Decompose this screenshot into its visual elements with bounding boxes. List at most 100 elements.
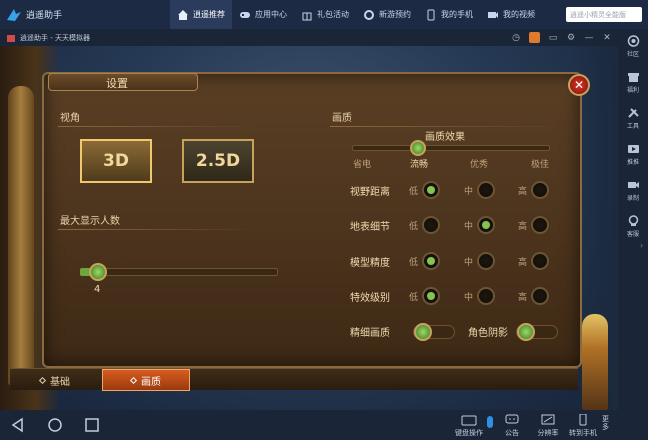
sidebar-item-label: 录制 (626, 195, 639, 202)
game-badge-icon[interactable] (529, 32, 540, 43)
gear-icon (364, 9, 374, 20)
announcement-button[interactable]: 公告 (500, 414, 524, 438)
window-title: 逍遥助手 - 天天模拟器 (20, 33, 90, 42)
max-players-divider (58, 229, 258, 230)
view-distance-mid-radio[interactable] (477, 181, 495, 199)
topnav-my-video[interactable]: 我的视频 (480, 0, 542, 29)
window-icon[interactable]: ▭ (548, 33, 558, 43)
sidebar-expand-icon[interactable]: › (640, 241, 643, 250)
close-icon[interactable]: ✕ (602, 33, 612, 43)
emulator-window: 逍遥助手 逍遥推荐 应用中心 礼包活动 新游预约 我的手机 我的视频 逍遥小精灵… (0, 0, 648, 440)
topnav-app-center[interactable]: 应用中心 (232, 0, 294, 29)
brand[interactable]: 逍遥助手 (0, 0, 170, 29)
sidebar-item-push[interactable]: 推推 (618, 143, 648, 166)
option-low-label: 低 (409, 222, 419, 232)
topnav-recommend[interactable]: 逍遥推荐 (170, 0, 232, 29)
sidebar-item-label: 社区 (626, 51, 639, 58)
keyboard-toggle-indicator[interactable] (487, 416, 493, 428)
sidebar-item-community[interactable]: 社区 (618, 35, 648, 58)
resolution-icon (541, 414, 555, 425)
tab-quality[interactable]: 画质 (102, 369, 190, 391)
terrain-detail-high-radio[interactable] (531, 216, 549, 234)
clock-icon[interactable]: ◷ (511, 33, 521, 43)
character-shadow-toggle[interactable] (516, 323, 558, 341)
fine-quality-toggle[interactable] (413, 323, 455, 341)
model-precision-mid-radio[interactable] (477, 252, 495, 270)
phone-icon (427, 9, 435, 20)
back-icon[interactable] (10, 417, 26, 433)
effects-level-mid-radio[interactable] (477, 287, 495, 305)
sidebar-item-tools[interactable]: 工具 (618, 107, 648, 130)
resolution-button[interactable]: 分辨率 (534, 414, 562, 438)
diamond-icon (129, 376, 138, 384)
brand-logo-icon (7, 8, 21, 21)
view-distance-label: 视野距离 (350, 187, 390, 198)
gamepad-icon (240, 11, 250, 18)
sidebar-item-record[interactable]: 录制 (618, 179, 648, 202)
support-icon (628, 215, 638, 226)
topnav-new-games[interactable]: 新游预约 (356, 0, 418, 29)
option-mid-label: 中 (464, 187, 474, 197)
top-nav: 逍遥推荐 应用中心 礼包活动 新游预约 我的手机 我的视频 (170, 0, 542, 29)
sidebar-item-label: 客服 (626, 231, 639, 238)
view-section-label: 视角 (60, 113, 80, 124)
settings-icon[interactable]: ⚙ (566, 33, 576, 43)
option-low-label: 低 (409, 187, 419, 197)
keyboard-control-button[interactable]: 键盘操作 (452, 414, 486, 438)
transfer-to-phone-button[interactable]: 转到手机 (566, 414, 600, 438)
app-icon (7, 34, 15, 42)
settings-title: 设置 (106, 77, 128, 90)
candle-decoration (582, 314, 608, 410)
minimize-icon[interactable]: — (584, 33, 594, 43)
quality-effect-slider[interactable] (352, 145, 550, 151)
view-distance-high-radio[interactable] (531, 181, 549, 199)
quality-divider (330, 126, 566, 127)
settings-close-button[interactable]: ✕ (568, 74, 590, 96)
model-precision-label: 模型精度 (350, 258, 390, 269)
option-low-label: 低 (409, 293, 419, 303)
option-high-label: 高 (518, 187, 528, 197)
effects-level-high-radio[interactable] (531, 287, 549, 305)
quality-section-label: 画质 (332, 113, 352, 124)
sidebar-item-support[interactable]: 客服 (618, 215, 648, 238)
option-high-label: 高 (518, 258, 528, 268)
sidebar-item-welfare[interactable]: 福利 (618, 71, 648, 94)
view-distance-low-radio[interactable] (422, 181, 440, 199)
quality-level-label: 省电 (353, 160, 372, 170)
effects-level-label: 特效级别 (350, 293, 390, 304)
bottom-item-label: 键盘操作 (455, 429, 483, 437)
bottom-item-label: 分辨率 (537, 429, 559, 437)
topnav-label: 逍遥推荐 (193, 10, 225, 19)
emulator-title-bar: 逍遥助手 - 天天模拟器 ◷ ▭ ⚙ — ✕ (0, 29, 618, 46)
view-2-5d-button[interactable]: 2.5D (182, 139, 254, 183)
diamond-icon (38, 376, 47, 384)
video-icon (488, 11, 498, 18)
model-precision-high-radio[interactable] (531, 252, 549, 270)
search-input[interactable]: 逍遥小精灵全能版 (566, 7, 642, 22)
max-players-label: 最大显示人数 (60, 216, 120, 227)
keyboard-icon (461, 415, 477, 426)
view-option-label: 2.5D (195, 151, 241, 171)
sidebar-item-label: 推推 (626, 159, 639, 166)
tab-basic[interactable]: 基础 (10, 369, 100, 391)
home-icon[interactable] (47, 417, 63, 433)
quality-level-label: 流畅 (410, 160, 429, 170)
terrain-detail-low-radio[interactable] (422, 216, 440, 234)
terrain-detail-mid-radio[interactable] (477, 216, 495, 234)
topnav-gift[interactable]: 礼包活动 (294, 0, 356, 29)
statue-decoration (8, 86, 34, 386)
topnav-my-phone[interactable]: 我的手机 (418, 0, 480, 29)
max-players-slider[interactable] (80, 268, 278, 276)
right-sidebar: 社区 福利 工具 推推 录制 客服 › (618, 29, 648, 410)
quality-effect-slider-handle[interactable] (410, 140, 426, 156)
topnav-label: 新游预约 (379, 10, 411, 19)
model-precision-low-radio[interactable] (422, 252, 440, 270)
recent-apps-icon[interactable] (84, 417, 100, 433)
sidebar-item-label: 工具 (626, 123, 639, 130)
fine-quality-label: 精细画质 (350, 328, 390, 339)
effects-level-low-radio[interactable] (422, 287, 440, 305)
max-players-slider-handle[interactable] (88, 263, 107, 281)
view-3d-button[interactable]: 3D (80, 139, 152, 183)
option-high-label: 高 (518, 293, 528, 303)
more-button[interactable]: 更多 (602, 415, 614, 431)
